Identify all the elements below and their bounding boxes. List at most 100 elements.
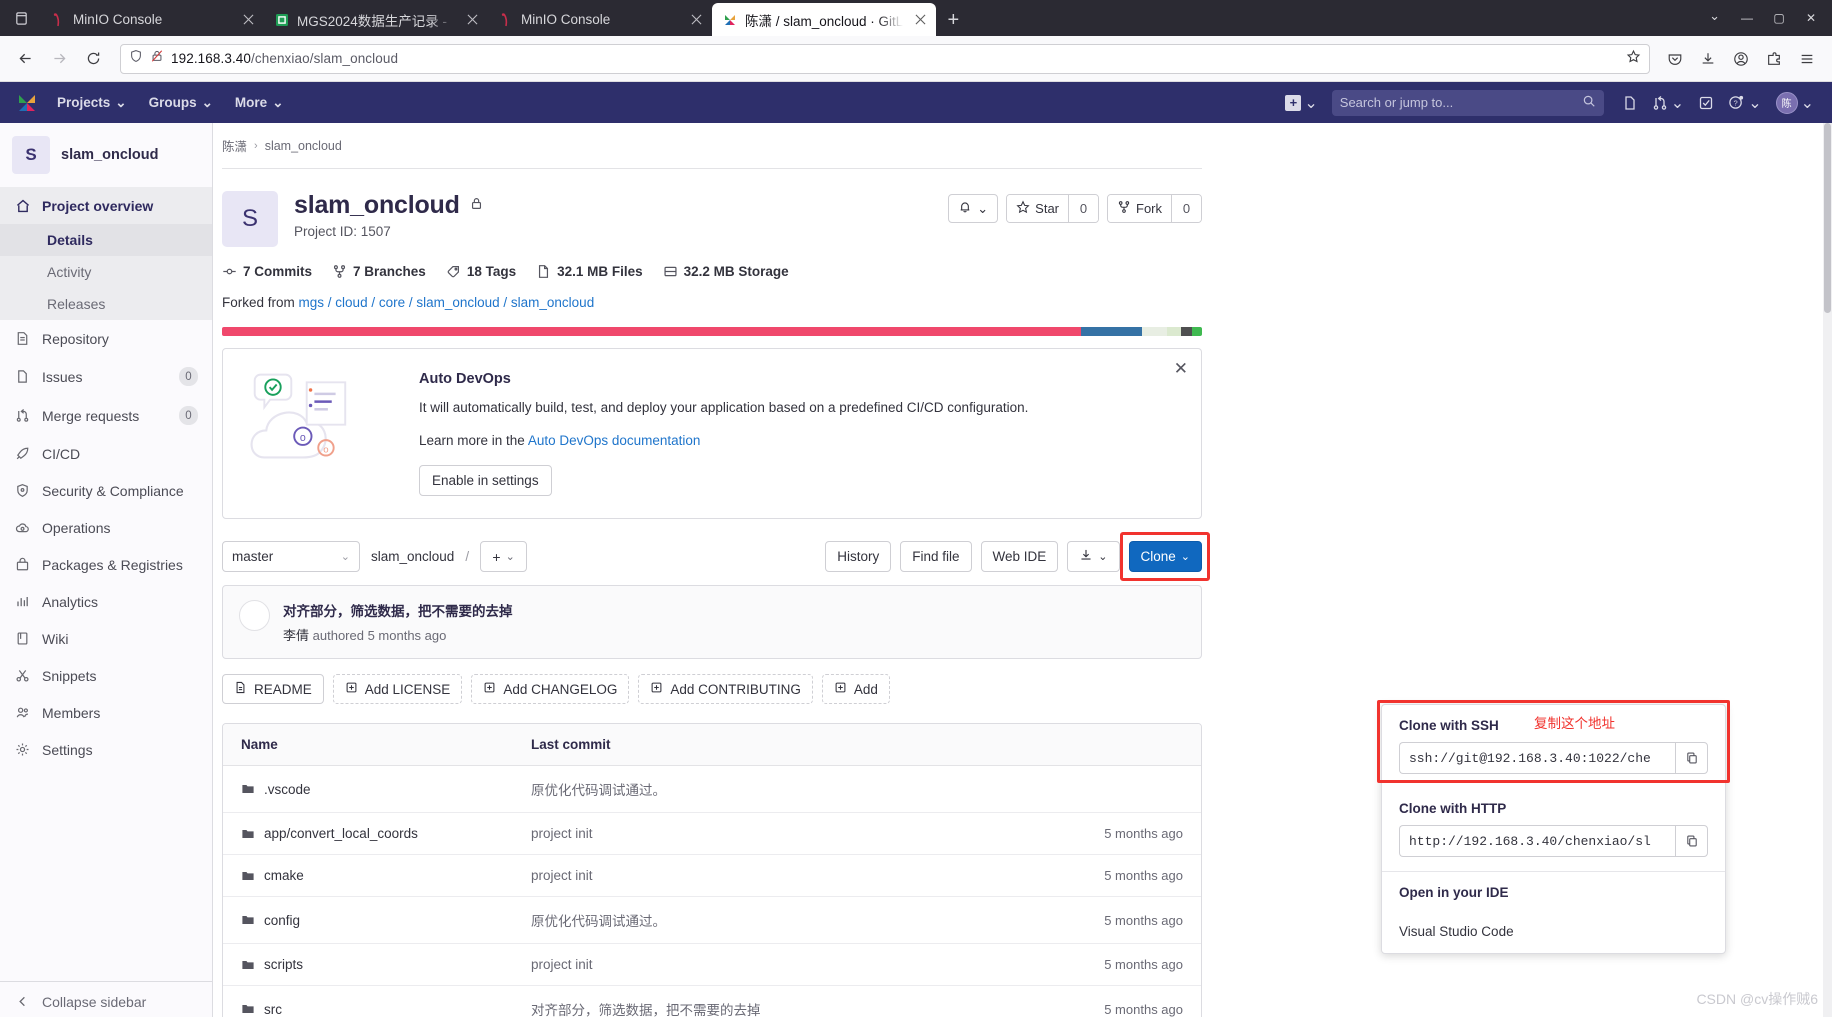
- table-row[interactable]: src 对齐部分，筛选数据，把不需要的去掉 5 months ago: [223, 986, 1201, 1017]
- account-icon[interactable]: [1726, 44, 1756, 74]
- sidebar-item-snippets[interactable]: Snippets: [0, 657, 212, 694]
- commit-message[interactable]: 对齐部分，筛选数据，把不需要的去掉: [283, 600, 513, 620]
- commit-author[interactable]: 李倩: [283, 628, 309, 643]
- breadcrumb-project[interactable]: slam_oncloud: [265, 139, 342, 153]
- sidebar-item-operations[interactable]: Operations: [0, 509, 212, 546]
- sidebar-item-releases[interactable]: Releases: [0, 288, 212, 320]
- help-icon[interactable]: ? ⌄: [1722, 82, 1767, 123]
- bookmark-star-icon[interactable]: [1626, 49, 1641, 69]
- history-button[interactable]: History: [825, 541, 892, 572]
- sidebar-item-repository[interactable]: Repository: [0, 320, 212, 357]
- sidebar-item-details[interactable]: Details: [0, 224, 212, 256]
- stat-storage[interactable]: 32.2 MB Storage: [663, 264, 789, 279]
- fork-button-main[interactable]: Fork: [1108, 195, 1171, 222]
- find-file-button[interactable]: Find file: [900, 541, 972, 572]
- clone-ssh-url-input[interactable]: ssh://git@192.168.3.40:1022/che: [1399, 742, 1675, 774]
- add-changelog-chip[interactable]: Add CHANGELOG: [471, 674, 630, 704]
- copy-icon[interactable]: [1675, 825, 1708, 857]
- new-item-button[interactable]: + ⌄: [1279, 82, 1323, 123]
- tab-list-icon[interactable]: [2, 0, 40, 36]
- branch-selector[interactable]: master ⌄: [222, 541, 360, 572]
- ide-visual-studio-code[interactable]: Visual Studio Code: [1382, 913, 1725, 953]
- user-menu[interactable]: 陈 ⌄: [1770, 82, 1820, 123]
- breadcrumb-owner[interactable]: 陈潇: [222, 136, 247, 155]
- file-last-commit[interactable]: 原优化代码调试通过。: [531, 779, 1053, 799]
- sidebar-item-wiki[interactable]: Wiki: [0, 620, 212, 657]
- clone-button[interactable]: Clone ⌄: [1128, 541, 1202, 572]
- star-button-main[interactable]: Star: [1007, 195, 1068, 222]
- stat-files[interactable]: 32.1 MB Files: [536, 264, 643, 279]
- star-button[interactable]: Star 0: [1006, 194, 1099, 223]
- file-name-cell[interactable]: .vscode: [241, 782, 531, 797]
- sidebar-item-project-overview[interactable]: Project overview: [0, 187, 212, 224]
- clone-http-url-input[interactable]: http://192.168.3.40/chenxiao/sl: [1399, 825, 1675, 857]
- close-icon[interactable]: [686, 10, 706, 30]
- table-row[interactable]: config 原优化代码调试通过。 5 months ago: [223, 897, 1201, 944]
- close-icon[interactable]: [238, 10, 258, 30]
- stat-branches[interactable]: 7 Branches: [332, 264, 426, 279]
- file-name-cell[interactable]: config: [241, 913, 531, 928]
- search-input[interactable]: Search or jump to...: [1331, 89, 1604, 116]
- sidebar-collapse-button[interactable]: Collapse sidebar: [0, 981, 212, 1017]
- merge-requests-icon[interactable]: ⌄: [1646, 82, 1690, 123]
- notification-dropdown-button[interactable]: ⌄: [948, 194, 999, 223]
- download-icon[interactable]: [1693, 44, 1723, 74]
- stat-tags[interactable]: 18 Tags: [446, 264, 516, 279]
- todos-icon[interactable]: [1692, 82, 1720, 123]
- hamburger-menu-icon[interactable]: [1792, 44, 1822, 74]
- tab-overflow-chevron-down-icon[interactable]: ⌄: [1709, 8, 1720, 24]
- nav-item-groups[interactable]: Groups ⌄: [138, 82, 224, 123]
- sidebar-item-security-compliance[interactable]: Security & Compliance: [0, 472, 212, 509]
- table-row[interactable]: scripts project init 5 months ago: [223, 944, 1201, 986]
- scrollbar-thumb[interactable]: [1824, 123, 1831, 313]
- forked-from-link[interactable]: mgs / cloud / core / slam_oncloud / slam…: [299, 295, 595, 310]
- pocket-icon[interactable]: [1660, 44, 1690, 74]
- sidebar-item-packages-registries[interactable]: Packages & Registries: [0, 546, 212, 583]
- stat-commits[interactable]: 7 Commits: [222, 264, 312, 279]
- add-license-chip[interactable]: Add LICENSE: [332, 674, 463, 704]
- nav-item-more[interactable]: More ⌄: [224, 82, 295, 123]
- file-last-commit[interactable]: 对齐部分，筛选数据，把不需要的去掉: [531, 999, 1053, 1017]
- file-last-commit[interactable]: project init: [531, 957, 1053, 972]
- file-name-cell[interactable]: app/convert_local_coords: [241, 826, 531, 841]
- forward-arrow-icon[interactable]: [44, 44, 74, 74]
- extensions-icon[interactable]: [1759, 44, 1789, 74]
- issues-icon[interactable]: [1616, 82, 1644, 123]
- add-contributing-chip[interactable]: Add CONTRIBUTING: [638, 674, 813, 704]
- file-last-commit[interactable]: 原优化代码调试通过。: [531, 910, 1053, 930]
- sidebar-item-analytics[interactable]: Analytics: [0, 583, 212, 620]
- readme-chip[interactable]: README: [222, 674, 324, 704]
- url-bar[interactable]: 192.168.3.40/chenxiao/slam_oncloud: [120, 43, 1650, 74]
- web-ide-button[interactable]: Web IDE: [980, 541, 1059, 572]
- browser-tab-3[interactable]: 陈潇 / slam_oncloud · GitL: [712, 3, 937, 36]
- sidebar-item-cicd[interactable]: CI/CD: [0, 435, 212, 472]
- sidebar-item-settings[interactable]: Settings: [0, 731, 212, 768]
- auto-devops-doc-link[interactable]: Auto DevOps documentation: [528, 433, 701, 448]
- sidebar-item-members[interactable]: Members: [0, 694, 212, 731]
- back-arrow-icon[interactable]: [10, 44, 40, 74]
- sidebar-item-merge-requests[interactable]: Merge requests 0: [0, 396, 212, 435]
- sidebar-item-issues[interactable]: Issues 0: [0, 357, 212, 396]
- window-maximize-button[interactable]: ▢: [1764, 3, 1794, 33]
- browser-tab-0[interactable]: MinIO Console: [40, 3, 264, 36]
- copy-icon[interactable]: [1675, 742, 1708, 774]
- table-row[interactable]: .vscode 原优化代码调试通过。: [223, 766, 1201, 813]
- table-row[interactable]: app/convert_local_coords project init 5 mo…: [223, 813, 1201, 855]
- add-more-chip[interactable]: Add: [821, 674, 890, 704]
- add-to-repo-button[interactable]: + ⌄: [480, 541, 528, 572]
- window-minimize-button[interactable]: —: [1732, 3, 1762, 33]
- repo-path-project[interactable]: slam_oncloud: [371, 549, 454, 564]
- enable-in-settings-button[interactable]: Enable in settings: [419, 465, 552, 496]
- page-scrollbar[interactable]: [1823, 123, 1832, 1017]
- file-last-commit[interactable]: project init: [531, 868, 1053, 883]
- file-name-cell[interactable]: cmake: [241, 868, 531, 883]
- gitlab-logo-icon[interactable]: [8, 82, 46, 123]
- close-icon[interactable]: [462, 10, 482, 30]
- reload-icon[interactable]: [78, 44, 108, 74]
- browser-tab-2[interactable]: MinIO Console: [488, 3, 712, 36]
- new-tab-button[interactable]: +: [936, 4, 970, 36]
- file-name-cell[interactable]: src: [241, 1002, 531, 1017]
- browser-tab-1[interactable]: MGS2024数据生产记录 -: [264, 3, 488, 36]
- close-icon[interactable]: [910, 10, 930, 30]
- file-last-commit[interactable]: project init: [531, 826, 1053, 841]
